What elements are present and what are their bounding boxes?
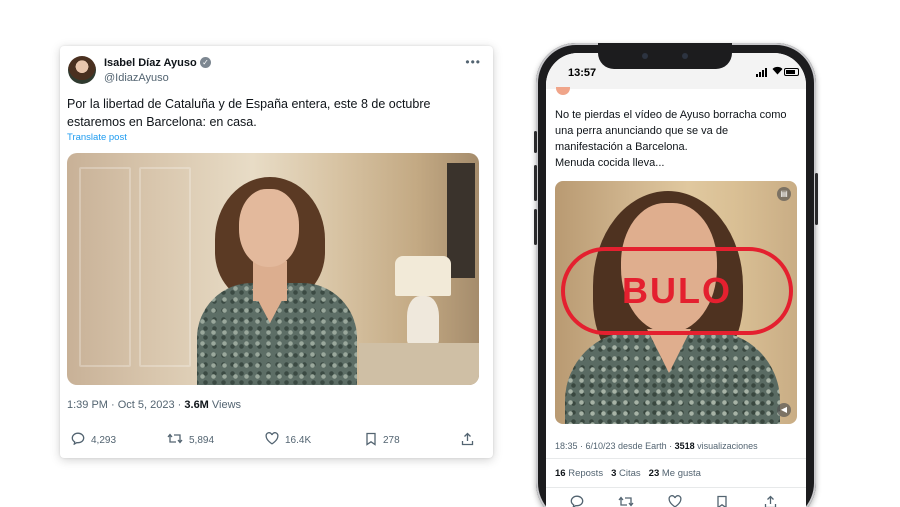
phone-button [534, 209, 537, 245]
post-video[interactable]: ▤ ◀ BULO [555, 181, 797, 424]
author-handle[interactable]: @IdiazAyuso [104, 72, 169, 84]
repost-icon [167, 432, 183, 448]
tweet-timestamp[interactable]: 1:39 PM · Oct 5, 2023 · [67, 399, 184, 411]
phone-notch [598, 43, 732, 69]
post-text: No te pierdas el vídeo de Ayuso borracha… [555, 107, 800, 171]
post-stats: 16 Reposts 3 Citas 23 Me gusta [555, 468, 701, 479]
camera-dot [682, 53, 688, 59]
reply-count: 4,293 [91, 434, 117, 446]
share-icon [461, 432, 474, 449]
views-label: Views [208, 399, 242, 411]
person-neckline [252, 289, 288, 323]
repost-icon[interactable] [618, 495, 634, 507]
share-button[interactable] [461, 432, 474, 449]
author-name[interactable]: Isabel Díaz Ayuso [104, 57, 197, 69]
lamp-shade [395, 256, 451, 296]
bookmark-button[interactable]: 278 [365, 432, 400, 449]
camera-dot [642, 53, 648, 59]
post-timestamp[interactable]: 18:35 · 6/10/23 desde Earth · [555, 441, 675, 451]
phone-frame: 13:57 No te pierdas el vídeo de Ayuso bo… [534, 43, 818, 507]
post-text-line: una perra anunciando que se va de [555, 125, 729, 137]
phone-button [815, 173, 818, 225]
phone-screen: 13:57 No te pierdas el vídeo de Ayuso bo… [546, 53, 806, 507]
grok-icon[interactable]: ▤ [777, 187, 791, 201]
door-panel [79, 167, 131, 367]
person-neckline [647, 329, 691, 373]
wifi-icon [772, 66, 783, 78]
person-face [239, 189, 299, 267]
phone-button [534, 131, 537, 153]
bulo-stamp-label: BULO [622, 270, 732, 311]
tweet-actions: 4,293 5,894 16.4K 278 [67, 432, 479, 450]
verified-badge-icon: ✓ [200, 57, 211, 68]
views-count: 3.6M [184, 399, 209, 411]
bulo-stamp: BULO [561, 247, 793, 335]
phone-button [534, 165, 537, 201]
likes-stat[interactable]: 23 Me gusta [649, 468, 701, 479]
reply-button[interactable]: 4,293 [71, 432, 116, 448]
divider [546, 487, 806, 488]
post-actions [546, 495, 806, 507]
tweet-video[interactable] [67, 153, 479, 385]
post-text-line: Menuda cocida lleva... [555, 157, 665, 169]
post-meta: 18:35 · 6/10/23 desde Earth · 3518 visua… [555, 441, 758, 451]
like-icon [265, 432, 279, 448]
background-tv [447, 163, 475, 278]
tweet-text: Por la libertad de Cataluña y de España … [67, 97, 431, 129]
like-icon[interactable] [668, 495, 682, 507]
battery-icon [784, 68, 799, 76]
divider [546, 458, 806, 459]
post-text-line: No te pierdas el vídeo de Ayuso borracha… [555, 109, 787, 121]
like-count: 16.4K [285, 434, 312, 446]
bookmark-icon [365, 432, 377, 449]
reply-avatar-partial [556, 87, 570, 95]
views-count: 3518 [674, 441, 695, 451]
door-panel [139, 167, 191, 367]
lamp-base [407, 296, 439, 346]
mute-icon[interactable]: ◀ [777, 403, 791, 417]
share-icon[interactable] [764, 495, 777, 507]
repost-count: 5,894 [189, 434, 215, 446]
tweet-card: Isabel Díaz Ayuso ✓ @IdiazAyuso ••• Por … [60, 46, 493, 458]
like-button[interactable]: 16.4K [265, 432, 311, 448]
post-text-line: manifestación a Barcelona. [555, 141, 688, 153]
reply-icon[interactable] [570, 495, 584, 507]
bookmark-icon[interactable] [716, 495, 728, 507]
signal-icon [756, 68, 770, 77]
more-icon[interactable]: ••• [465, 55, 481, 69]
reply-icon [71, 432, 85, 448]
repost-button[interactable]: 5,894 [167, 432, 214, 448]
views-label: visualizaciones [694, 441, 758, 451]
bookmark-count: 278 [383, 435, 400, 446]
status-time: 13:57 [568, 67, 597, 79]
reposts-stat[interactable]: 16 Reposts [555, 468, 603, 479]
quotes-stat[interactable]: 3 Citas [611, 468, 641, 479]
avatar[interactable] [68, 56, 96, 84]
translate-post-link[interactable]: Translate post [67, 132, 127, 143]
sideboard [359, 343, 479, 385]
tweet-meta: 1:39 PM · Oct 5, 2023 · 3.6M Views [67, 399, 241, 411]
